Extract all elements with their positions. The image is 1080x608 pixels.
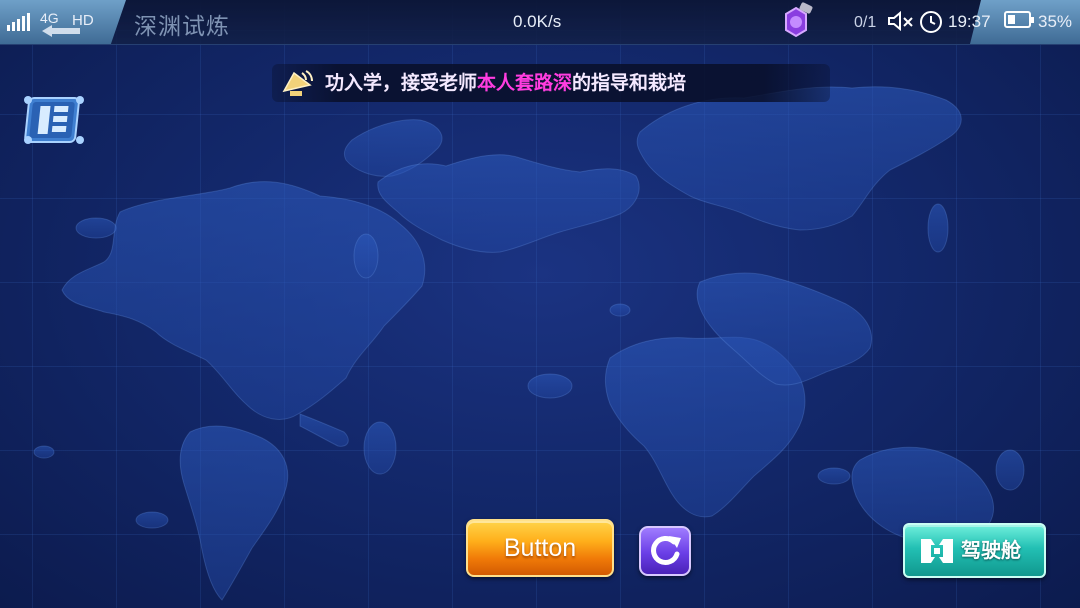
island-caribbean [363, 421, 397, 475]
main-action-button[interactable]: Button [466, 519, 614, 577]
island-iceland [75, 217, 117, 239]
cockpit-button[interactable]: 驾驶舱 [903, 523, 1046, 578]
battery-icon [1004, 11, 1034, 28]
cockpit-icon [921, 539, 953, 563]
cockpit-button-label: 驾驶舱 [961, 538, 1021, 562]
clock-time: 19:37 [948, 12, 991, 31]
island-japan [927, 203, 949, 253]
island-small-2 [135, 511, 169, 529]
status-bar: 4G HD 深渊试炼 0.0K/s 0/1 19:37 35% [0, 0, 1080, 45]
announcement-highlight: 本人套路深 [477, 72, 573, 94]
island-indonesia-1 [817, 467, 851, 485]
game-screen: 4G HD 深渊试炼 0.0K/s 0/1 19:37 35% 功入学，接受老师… [0, 0, 1080, 608]
network-speed: 0.0K/s [513, 12, 562, 31]
battery-level: 35% [1038, 12, 1073, 31]
continent-europe [377, 154, 640, 253]
island-madagascar [527, 373, 573, 399]
continent-central-america [299, 413, 349, 447]
island-indonesia-2 [995, 449, 1025, 491]
scroll-menu-icon[interactable] [20, 92, 88, 148]
page-title: 深渊试炼 [134, 14, 230, 40]
island-small-1 [33, 445, 55, 459]
continent-asia [636, 86, 962, 231]
signal-icon [7, 13, 33, 31]
announcement-banner: 功入学，接受老师本人套路深的指导和栽培 [272, 64, 830, 102]
refresh-icon [651, 536, 681, 565]
notification-counter: 0/1 [854, 14, 877, 31]
refresh-button[interactable] [639, 526, 691, 576]
announcement-text: 功入学，接受老师本人套路深的指导和栽培 [325, 70, 686, 96]
mute-icon [888, 10, 913, 32]
announcement-text-after: 的指导和栽培 [572, 72, 687, 94]
purple-gear-icon[interactable] [776, 2, 816, 42]
announcement-text-before: 功入学，接受老师 [325, 72, 478, 94]
island-small-3 [609, 303, 631, 317]
speaker-icon [282, 70, 313, 96]
continent-south-america [179, 425, 289, 601]
alarm-icon [920, 11, 942, 33]
island-britain [353, 233, 379, 279]
continent-north-america [61, 181, 426, 420]
hd-indicator: HD [72, 12, 94, 29]
